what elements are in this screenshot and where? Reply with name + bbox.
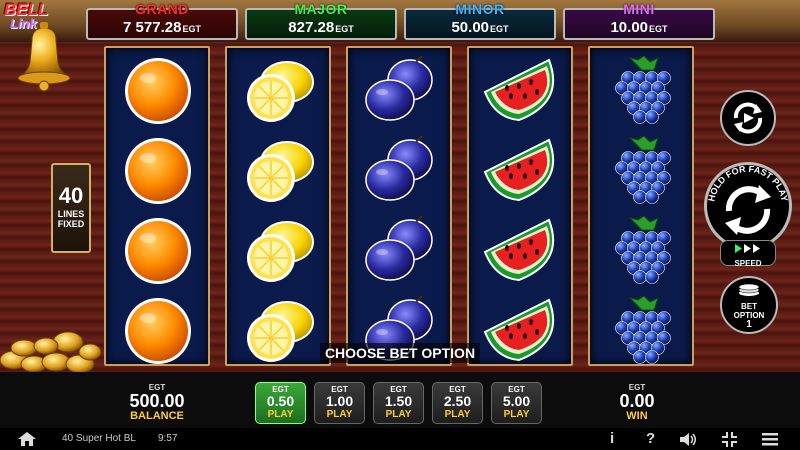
reel-3: [346, 46, 452, 366]
bet-button-3[interactable]: EGT 1.50 PLAY: [373, 382, 424, 424]
bet-button-5[interactable]: EGT 5.00 PLAY: [491, 382, 542, 424]
info-icon[interactable]: i: [610, 430, 614, 447]
speed-label: SPEED: [734, 259, 762, 268]
bet-play-label: PLAY: [444, 409, 471, 420]
balance-display: EGT 500.00 BALANCE: [120, 383, 194, 422]
plum-icon: [358, 135, 442, 206]
gold-coins-icon: [0, 331, 102, 374]
bet-amount: 5.00: [502, 393, 531, 409]
reel-2: [225, 46, 331, 366]
autoplay-button[interactable]: [720, 90, 776, 146]
jackpot-major-label: MAJOR: [294, 1, 348, 17]
lemon-icon: [237, 296, 321, 366]
bet-play-label: PLAY: [267, 409, 294, 420]
jackpot-minor-label: MINOR: [455, 1, 505, 17]
watermelon-icon: [479, 56, 563, 126]
home-icon[interactable]: [18, 432, 36, 446]
watermelon-icon: [479, 136, 563, 206]
jackpot-major: MAJOR 827.28EGT: [245, 1, 397, 40]
fullscreen-exit-icon[interactable]: [722, 432, 737, 447]
watermelon-icon: [479, 296, 563, 366]
menu-icon[interactable]: [762, 433, 778, 446]
game-screen: BELL Link GRAND 7 577.28EGT MAJOR 827.28…: [0, 0, 800, 450]
jackpot-grand: GRAND 7 577.28EGT: [86, 1, 238, 40]
orange-icon: [116, 56, 200, 126]
plum-icon: [358, 55, 442, 126]
orange-icon: [116, 296, 200, 366]
bet-amount: 2.50: [443, 393, 472, 409]
reel-4: [467, 46, 573, 366]
orange-icon: [116, 216, 200, 286]
lines-fixed-label: FIXED: [57, 219, 85, 229]
bet-amount: 1.50: [384, 393, 413, 409]
bet-amount: 1.00: [325, 393, 354, 409]
win-amount: 0.00: [619, 391, 655, 411]
bet-play-label: PLAY: [326, 409, 353, 420]
jackpot-grand-value: 7 577.28EGT: [123, 19, 201, 36]
lines-count: 40: [58, 183, 84, 208]
fast-forward-icon: [735, 244, 760, 253]
bet-option-button[interactable]: BET OPTION 1: [720, 276, 778, 334]
watermelon-icon: [479, 216, 563, 286]
jackpot-mini-label: MINI: [623, 1, 655, 17]
orange-icon: [116, 136, 200, 206]
grapes-icon: [600, 55, 684, 126]
grapes-icon: [600, 135, 684, 206]
bet-button-1[interactable]: EGT 0.50 PLAY: [255, 382, 306, 424]
lines-fixed-badge: 40 LINES FIXED: [51, 163, 91, 253]
lines-label: LINES: [57, 209, 85, 219]
reel-5: [588, 46, 694, 366]
jackpot-mini: MINI 10.00EGT: [563, 1, 715, 40]
grapes-icon: [600, 295, 684, 366]
sound-icon[interactable]: [680, 433, 698, 446]
lemon-icon: [237, 56, 321, 126]
choose-bet-prompt: CHOOSE BET OPTION: [320, 343, 480, 363]
win-label: WIN: [626, 410, 648, 422]
bet-button-4[interactable]: EGT 2.50 PLAY: [432, 382, 483, 424]
bet-amount: 0.50: [266, 393, 295, 409]
bell-link-logo: BELL Link: [2, 0, 82, 95]
jackpot-mini-value: 10.00EGT: [610, 19, 668, 36]
grapes-icon: [600, 215, 684, 286]
lemon-icon: [237, 136, 321, 206]
bet-option-label-1: BET: [741, 302, 757, 311]
jackpot-minor-value: 50.00EGT: [451, 19, 509, 36]
lemon-icon: [237, 216, 321, 286]
win-display: EGT 0.00 WIN: [600, 383, 674, 422]
bet-play-label: PLAY: [503, 409, 530, 420]
logo-link-text: Link: [10, 16, 37, 31]
reel-1: [104, 46, 210, 366]
help-icon[interactable]: ?: [646, 430, 655, 447]
hold-for-fast-play-caption: HOLD FOR FAST PLAY: [706, 164, 789, 202]
bet-button-2[interactable]: EGT 1.00 PLAY: [314, 382, 365, 424]
jackpot-major-value: 827.28EGT: [288, 19, 354, 36]
balance-label: BALANCE: [130, 410, 184, 422]
chips-stack-icon: [738, 283, 760, 296]
jackpot-grand-label: GRAND: [135, 1, 189, 17]
jackpot-minor: MINOR 50.00EGT: [404, 1, 556, 40]
game-name: 40 Super Hot BL: [62, 433, 136, 444]
svg-text:HOLD FOR FAST PLAY: HOLD FOR FAST PLAY: [706, 164, 789, 202]
balance-amount: 500.00: [129, 391, 185, 411]
bet-play-label: PLAY: [385, 409, 412, 420]
clock: 9:57: [158, 433, 178, 444]
autoplay-icon: [733, 102, 763, 134]
bet-option-value: 1: [746, 319, 752, 330]
plum-icon: [358, 215, 442, 286]
footer-bar: 40 Super Hot BL 9:57 i ?: [0, 428, 800, 450]
speed-button[interactable]: SPEED: [720, 240, 776, 268]
